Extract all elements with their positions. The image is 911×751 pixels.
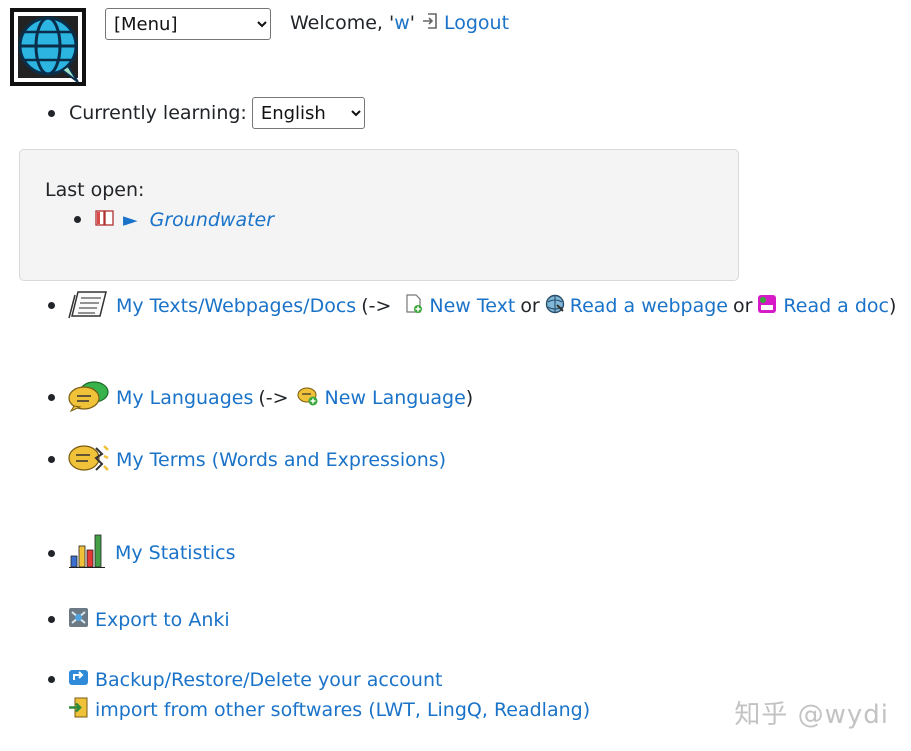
my-terms-link[interactable]: My Terms (Words and Expressions)	[116, 449, 446, 471]
last-open-title-link[interactable]: Groundwater	[150, 209, 274, 231]
new-text-link[interactable]: New Text	[429, 295, 515, 317]
languages-icon	[68, 380, 110, 417]
doc-icon	[757, 294, 777, 319]
currently-learning: Currently learning: English	[69, 97, 365, 129]
texts-or-2: or	[732, 295, 753, 317]
bullet	[74, 216, 81, 223]
bullet	[48, 616, 55, 623]
item-anki: Export to Anki	[68, 605, 230, 635]
read-doc-link[interactable]: Read a doc	[783, 295, 889, 317]
last-open-label: Last open:	[45, 179, 145, 201]
menu-select[interactable]: [Menu]	[105, 8, 271, 40]
texts-close-paren: )	[889, 295, 897, 317]
item-texts: My Texts/Webpages/Docs (-> New Text or R…	[68, 290, 897, 321]
backup-restore-link[interactable]: Backup/Restore/Delete your account	[95, 669, 442, 691]
welcome-line: Welcome, ' w ' Logout	[290, 8, 509, 38]
languages-open-paren: (->	[258, 387, 289, 409]
username-link[interactable]: w	[394, 12, 410, 34]
item-statistics: My Statistics	[68, 534, 236, 568]
currently-learning-label: Currently learning:	[69, 102, 247, 124]
texts-open-paren: (->	[361, 295, 392, 317]
item-backup: Backup/Restore/Delete your account	[68, 665, 442, 695]
welcome-prefix: Welcome, '	[290, 12, 395, 34]
language-select[interactable]: English	[251, 97, 365, 129]
logout-icon	[421, 12, 439, 35]
watermark-text: 知乎 @wydi	[734, 700, 889, 730]
logout-link[interactable]: Logout	[444, 12, 509, 34]
welcome-suffix: '	[409, 12, 415, 34]
anki-icon	[68, 607, 89, 633]
book-icon	[95, 209, 115, 232]
item-terms: My Terms (Words and Expressions)	[68, 444, 446, 475]
bullet	[48, 302, 55, 309]
statistics-icon	[68, 534, 108, 573]
my-texts-link[interactable]: My Texts/Webpages/Docs	[116, 295, 356, 317]
my-languages-link[interactable]: My Languages	[116, 387, 253, 409]
bullet	[48, 676, 55, 683]
bullet	[48, 110, 55, 117]
export-anki-link[interactable]: Export to Anki	[95, 609, 230, 631]
import-link[interactable]: import from other softwares (LWT, LingQ,…	[95, 699, 590, 721]
new-language-icon	[297, 386, 319, 411]
bullet	[48, 550, 55, 557]
texts-or-1: or	[520, 295, 540, 317]
languages-close-paren: )	[465, 387, 474, 409]
my-statistics-link[interactable]: My Statistics	[115, 542, 236, 564]
bullet	[48, 456, 55, 463]
bullet	[48, 394, 55, 401]
import-icon	[68, 697, 89, 723]
last-open-item: ► Groundwater	[95, 205, 274, 235]
new-text-icon	[405, 293, 423, 319]
item-languages: My Languages (-> New Language )	[68, 380, 474, 413]
read-webpage-link[interactable]: Read a webpage	[570, 295, 728, 317]
webpage-icon	[545, 294, 565, 319]
last-open-arrow[interactable]: ►	[123, 209, 138, 231]
terms-icon	[68, 442, 110, 479]
texts-icon	[68, 288, 110, 325]
app-logo	[10, 8, 86, 86]
item-import: import from other softwares (LWT, LingQ,…	[68, 695, 590, 725]
new-language-link[interactable]: New Language	[325, 387, 466, 409]
backup-icon	[68, 667, 89, 693]
